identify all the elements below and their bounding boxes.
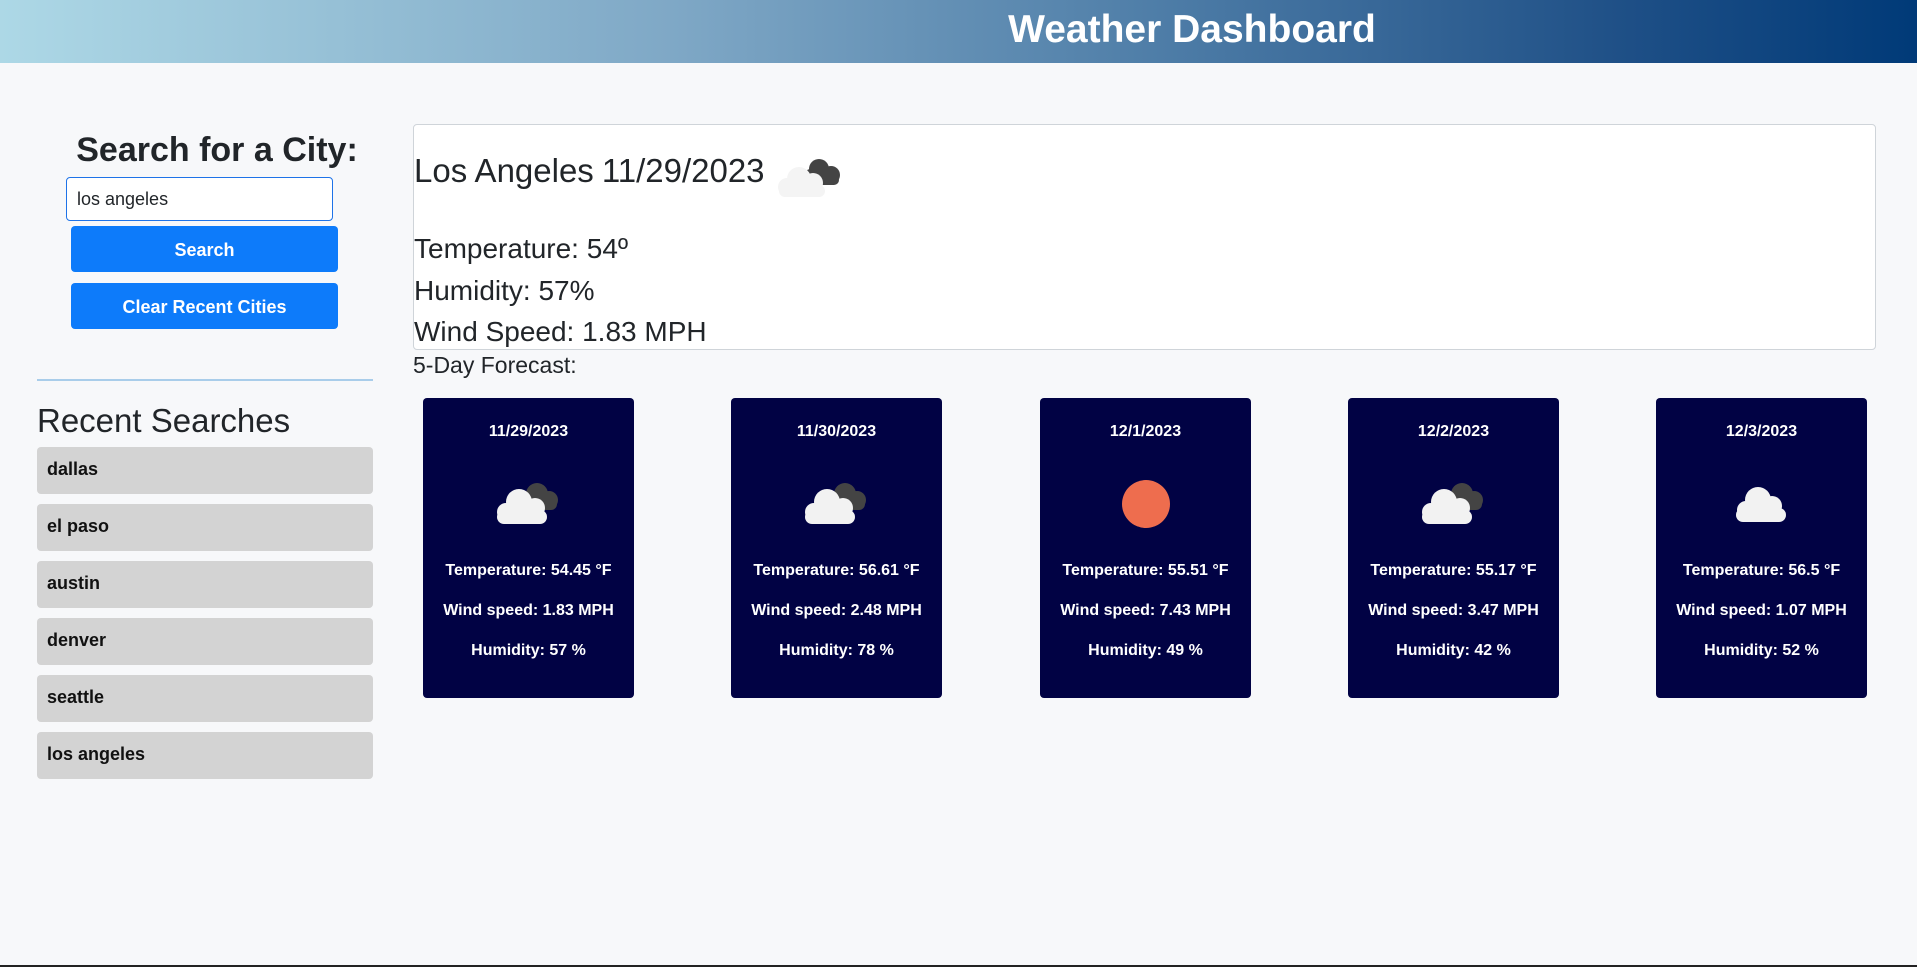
forecast-date: 11/29/2023: [488, 423, 569, 440]
divider: [37, 379, 373, 381]
forecast-wind: Wind speed: 1.07 MPH: [1676, 602, 1847, 619]
clear-sun-icon: [1122, 480, 1170, 528]
forecast-humidity: Humidity: 57 %: [471, 642, 586, 659]
forecast-temperature: Temperature: 55.17 °F: [1370, 562, 1537, 579]
forecast-card: 12/1/2023 Temperature: 55.51 °F Wind spe…: [1040, 398, 1251, 698]
forecast-wind: Wind speed: 7.43 MPH: [1060, 602, 1231, 619]
recent-searches-list: dallas el paso austin denver seattle los…: [37, 447, 373, 789]
app-header: Weather Dashboard: [0, 0, 1917, 63]
current-wind-speed: Wind Speed: 1.83 MPH: [414, 316, 707, 347]
current-date: 11/29/2023: [601, 152, 765, 189]
city-search-input[interactable]: [66, 177, 333, 221]
clear-recent-button[interactable]: Clear Recent Cities: [71, 283, 338, 329]
forecast-wind: Wind speed: 2.48 MPH: [751, 602, 922, 619]
broken-clouds-icon: [805, 483, 866, 524]
forecast-temperature: Temperature: 55.51 °F: [1062, 562, 1229, 579]
scattered-cloud-icon: [1736, 487, 1786, 522]
forecast-temperature: Temperature: 54.45 °F: [445, 562, 612, 579]
recent-city-item[interactable]: los angeles: [37, 732, 373, 779]
search-button[interactable]: Search: [71, 226, 338, 272]
recent-city-item[interactable]: seattle: [37, 675, 373, 722]
forecast-card: 11/29/2023 Temperature: 54.45 °F Wind sp…: [423, 398, 634, 698]
current-city: Los Angeles: [414, 152, 594, 189]
forecast-date: 12/3/2023: [1725, 423, 1798, 440]
forecast-wind: Wind speed: 1.83 MPH: [443, 602, 614, 619]
forecast-card: 12/3/2023 Temperature: 56.5 °F Wind spee…: [1656, 398, 1867, 698]
forecast-humidity: Humidity: 42 %: [1396, 642, 1511, 659]
forecast-temperature: Temperature: 56.5 °F: [1682, 562, 1841, 579]
forecast-wind: Wind speed: 3.47 MPH: [1368, 602, 1539, 619]
forecast-date: 12/2/2023: [1417, 423, 1490, 440]
current-humidity: Humidity: 57%: [414, 275, 595, 306]
forecast-card: 11/30/2023 Temperature: 56.61 °F Wind sp…: [731, 398, 942, 698]
recent-city-item[interactable]: denver: [37, 618, 373, 665]
sidebar: Search for a City: Search Clear Recent C…: [37, 124, 373, 779]
broken-clouds-icon: [1422, 483, 1483, 524]
search-title: Search for a City:: [76, 131, 358, 169]
few-clouds-icon: [778, 159, 840, 197]
forecast-humidity: Humidity: 78 %: [779, 642, 894, 659]
broken-clouds-icon: [497, 483, 558, 524]
recent-searches-title: Recent Searches: [37, 402, 291, 439]
current-city-heading: Los Angeles 11/29/2023: [414, 151, 773, 191]
forecast-card: 12/2/2023 Temperature: 55.17 °F Wind spe…: [1348, 398, 1559, 698]
forecast-humidity: Humidity: 52 %: [1704, 642, 1819, 659]
page-title: Weather Dashboard: [1008, 8, 1376, 51]
forecast-date: 12/1/2023: [1109, 423, 1182, 440]
current-temperature: Temperature: 54º: [414, 233, 629, 264]
forecast-date: 11/30/2023: [796, 423, 877, 440]
forecast-temperature: Temperature: 56.61 °F: [753, 562, 920, 579]
recent-city-item[interactable]: el paso: [37, 504, 373, 551]
forecast-label: 5-Day Forecast:: [413, 352, 577, 378]
current-weather-panel: Los Angeles 11/29/2023 Temperature: 54º H…: [413, 124, 1876, 350]
recent-city-item[interactable]: dallas: [37, 447, 373, 494]
recent-city-item[interactable]: austin: [37, 561, 373, 608]
forecast-humidity: Humidity: 49 %: [1088, 642, 1203, 659]
